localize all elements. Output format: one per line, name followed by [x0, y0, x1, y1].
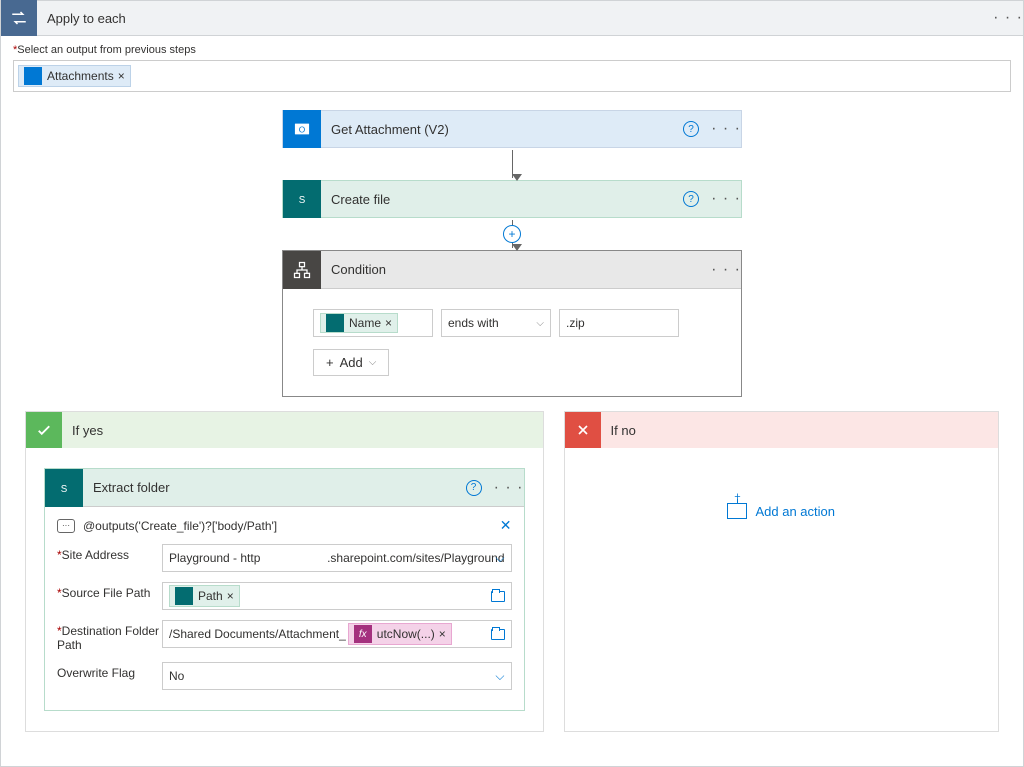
select-output-label: *Select an output from previous steps: [13, 44, 1011, 56]
remove-token-icon[interactable]: ×: [227, 589, 234, 603]
add-action-icon: [727, 503, 747, 519]
site-address-label: *Site Address: [57, 544, 162, 562]
sharepoint-icon: [175, 587, 193, 605]
svg-text:O: O: [299, 124, 306, 134]
svg-text:S: S: [299, 195, 306, 206]
attachments-token[interactable]: Attachments ×: [18, 65, 131, 87]
help-icon[interactable]: ?: [466, 480, 482, 496]
source-file-path-label: *Source File Path: [57, 582, 162, 600]
chevron-down-icon: ⌵: [369, 357, 377, 368]
card-menu[interactable]: · · ·: [711, 190, 741, 208]
loop-menu[interactable]: · · ·: [993, 9, 1023, 27]
apply-to-each-header[interactable]: Apply to each · · ·: [0, 0, 1024, 36]
add-condition-button[interactable]: + Add ⌵: [313, 349, 389, 376]
remove-token-icon[interactable]: ×: [118, 69, 125, 83]
comment-row: ··· @outputs('Create_file')?['body/Path'…: [57, 517, 512, 534]
name-token[interactable]: Name ×: [320, 313, 398, 333]
svg-text:S: S: [61, 483, 68, 494]
outlook-icon: [24, 67, 42, 85]
condition-left-input[interactable]: Name ×: [313, 309, 433, 337]
site-address-select[interactable]: Playground - http .sharepoint.com/sites/…: [162, 544, 512, 572]
add-step-icon[interactable]: +: [503, 225, 521, 243]
extract-folder-title: Extract folder: [93, 480, 466, 495]
card-menu[interactable]: · · ·: [711, 120, 741, 138]
overwrite-flag-label: Overwrite Flag: [57, 662, 162, 680]
destination-path-label: *Destination Folder Path: [57, 620, 162, 652]
if-yes-branch: If yes S Extract folder ? · · · ···: [25, 411, 544, 732]
chevron-down-icon[interactable]: ⌵: [495, 551, 504, 566]
condition-header[interactable]: Condition · · ·: [283, 251, 741, 289]
sharepoint-icon: [326, 314, 344, 332]
extract-folder-card: S Extract folder ? · · · ··· @outputs('C…: [44, 468, 525, 711]
help-icon[interactable]: ?: [683, 121, 699, 137]
chevron-down-icon[interactable]: ⌵: [495, 669, 504, 684]
condition-operator-select[interactable]: ends with⌵: [441, 309, 551, 337]
get-attachment-title: Get Attachment (V2): [331, 122, 683, 137]
loop-icon: [1, 0, 37, 36]
close-icon[interactable]: ✕: [500, 517, 512, 534]
close-icon: [565, 412, 601, 448]
card-menu[interactable]: · · ·: [711, 261, 741, 279]
condition-icon: [283, 251, 321, 289]
path-token[interactable]: Path ×: [169, 585, 240, 607]
utcnow-token[interactable]: fx utcNow(...) ×: [348, 623, 452, 645]
condition-value-input[interactable]: .zip: [559, 309, 679, 337]
source-file-path-input[interactable]: Path ×: [162, 582, 512, 610]
connector-arrow: [512, 148, 513, 180]
folder-picker-icon[interactable]: [491, 629, 505, 640]
comment-icon: ···: [57, 519, 75, 533]
extract-folder-header[interactable]: S Extract folder ? · · ·: [45, 469, 524, 507]
add-action-button[interactable]: Add an action: [727, 503, 835, 519]
overwrite-flag-select[interactable]: No ⌵: [162, 662, 512, 690]
plus-icon: +: [326, 355, 334, 370]
create-file-title: Create file: [331, 192, 683, 207]
card-menu[interactable]: · · ·: [494, 479, 524, 497]
if-yes-header[interactable]: If yes: [26, 412, 543, 448]
condition-title: Condition: [331, 262, 711, 277]
select-output-input[interactable]: Attachments ×: [13, 60, 1011, 92]
sharepoint-icon: S: [45, 469, 83, 507]
loop-title: Apply to each: [47, 11, 993, 26]
folder-picker-icon[interactable]: [491, 591, 505, 602]
loop-body: *Select an output from previous steps At…: [0, 36, 1024, 767]
condition-card: Condition · · · Name × ends with⌵: [282, 250, 742, 397]
if-no-header[interactable]: If no: [565, 412, 999, 448]
outlook-icon: O: [283, 110, 321, 148]
create-file-card[interactable]: S Create file ? · · ·: [282, 180, 742, 218]
check-icon: [26, 412, 62, 448]
fx-icon: fx: [354, 625, 372, 643]
connector-arrow[interactable]: +: [512, 218, 513, 250]
sharepoint-icon: S: [283, 180, 321, 218]
destination-path-input[interactable]: /Shared Documents/Attachment_ fx utcNow(…: [162, 620, 512, 648]
if-no-branch: If no Add an action: [564, 411, 1000, 732]
help-icon[interactable]: ?: [683, 191, 699, 207]
remove-token-icon[interactable]: ×: [439, 627, 446, 641]
get-attachment-card[interactable]: O Get Attachment (V2) ? · · ·: [282, 110, 742, 148]
chevron-down-icon: ⌵: [536, 318, 544, 329]
remove-token-icon[interactable]: ×: [385, 316, 392, 330]
